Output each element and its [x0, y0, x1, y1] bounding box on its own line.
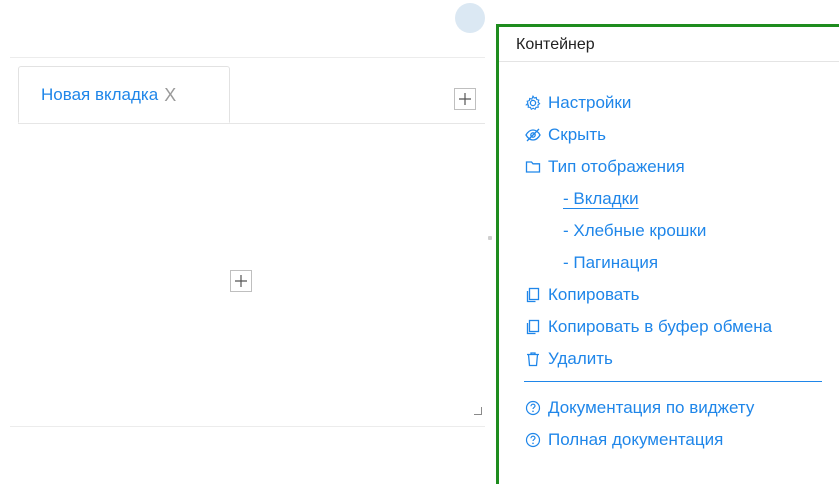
menu-divider: [499, 61, 839, 62]
menu-item-label: Документация по виджету: [548, 398, 755, 417]
menu-item-hide[interactable]: Скрыть: [524, 119, 839, 151]
menu-item-display-type[interactable]: Тип отображения: [524, 151, 839, 183]
add-tab-button[interactable]: [454, 88, 476, 110]
menu-item-label: Тип отображения: [548, 157, 685, 176]
menu-title: Контейнер: [516, 36, 595, 53]
display-type-label: - Пагинация: [563, 253, 659, 272]
menu-list: Настройки Скрыть Тип отображения - Вклад…: [524, 87, 839, 456]
copy-icon: [524, 286, 542, 304]
menu-item-settings[interactable]: Настройки: [524, 87, 839, 119]
menu-item-widget-docs[interactable]: Документация по виджету: [524, 392, 839, 424]
help-icon: [524, 431, 542, 449]
display-type-label: - Хлебные крошки: [563, 221, 707, 240]
context-menu: Контейнер Настройки Скрыть Тип отображен…: [496, 24, 839, 484]
gear-icon: [524, 94, 542, 112]
splitter-handle[interactable]: [488, 236, 492, 240]
copy-icon: [524, 318, 542, 336]
add-widget-button[interactable]: [230, 270, 252, 292]
menu-item-label: Копировать: [548, 285, 640, 304]
tab-new[interactable]: Новая вкладка X: [18, 66, 230, 123]
plus-icon: [459, 93, 471, 105]
display-type-breadcrumbs[interactable]: - Хлебные крошки: [524, 215, 839, 247]
widget-container: Новая вкладка X: [10, 57, 485, 427]
resize-handle[interactable]: [474, 407, 482, 415]
tab-label: Новая вкладка: [41, 84, 159, 104]
menu-item-label: Полная документация: [548, 430, 724, 449]
menu-item-label: Удалить: [548, 349, 613, 368]
tabs-bar: Новая вкладка X: [18, 66, 485, 124]
trash-icon: [524, 350, 542, 368]
drag-handle[interactable]: [455, 3, 485, 33]
menu-item-delete[interactable]: Удалить: [524, 343, 839, 375]
menu-item-label: Скрыть: [548, 125, 607, 144]
plus-icon: [235, 275, 247, 287]
tab-close-icon[interactable]: X: [164, 86, 176, 104]
eye-off-icon: [524, 126, 542, 144]
menu-item-copy[interactable]: Копировать: [524, 279, 839, 311]
folder-icon: [524, 158, 542, 176]
display-type-pagination[interactable]: - Пагинация: [524, 247, 839, 279]
display-type-label: - Вкладки: [563, 189, 639, 208]
menu-item-full-docs[interactable]: Полная документация: [524, 424, 839, 456]
menu-item-label: Копировать в буфер обмена: [548, 317, 773, 336]
menu-divider: [524, 381, 822, 382]
menu-item-copy-clipboard[interactable]: Копировать в буфер обмена: [524, 311, 839, 343]
help-icon: [524, 399, 542, 417]
menu-item-label: Настройки: [548, 93, 632, 112]
display-type-tabs[interactable]: - Вкладки: [524, 183, 839, 215]
